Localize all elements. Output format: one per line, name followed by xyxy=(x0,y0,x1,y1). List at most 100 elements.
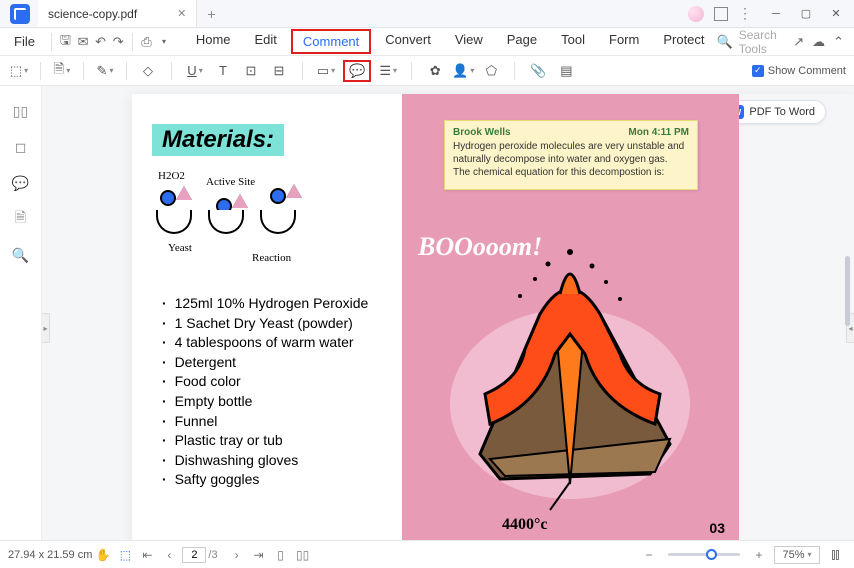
pencil-tool[interactable]: ✎ xyxy=(94,60,116,82)
tab-page[interactable]: Page xyxy=(497,29,547,54)
attachment-tool[interactable]: 📎 xyxy=(527,60,549,82)
sticky-note-popup[interactable]: Brook Wells Mon 4:11 PM Hydrogen peroxid… xyxy=(444,120,698,190)
zoom-slider[interactable] xyxy=(668,553,740,556)
redo-icon[interactable]: ↷ xyxy=(110,31,126,53)
single-page-icon[interactable]: ▯ xyxy=(270,544,292,566)
sticky-note-tool[interactable]: 💬 xyxy=(343,60,371,82)
reaction-diagram: H2O2 Active Site Yeast Reaction xyxy=(152,174,388,278)
select-tool[interactable]: ⬚ xyxy=(8,60,30,82)
volcano-illustration xyxy=(420,224,720,514)
share-icon[interactable]: ↗ xyxy=(793,34,804,50)
list-item: 1 Sachet Dry Yeast (powder) xyxy=(162,314,388,334)
cloud-icon[interactable]: ☁ xyxy=(812,34,825,50)
list-item: 4 tablespoons of warm water xyxy=(162,333,388,353)
menubar: File 🖫 ✉ ↶ ↷ ⎙ ▾ Home Edit Comment Conve… xyxy=(0,28,854,56)
print-icon[interactable]: ⎙ xyxy=(139,31,155,53)
signature-tool[interactable]: 👤 xyxy=(452,60,474,82)
show-comment-label: Show Comment xyxy=(768,65,846,77)
note-tool[interactable]: 🗎 xyxy=(51,60,73,82)
save-icon[interactable]: 🖫 xyxy=(58,31,74,53)
ai-assistant-icon[interactable] xyxy=(688,6,704,22)
attachments-panel-icon[interactable]: 🗎 xyxy=(12,210,30,228)
tab-comment[interactable]: Comment xyxy=(291,29,371,54)
zoom-out-icon[interactable]: − xyxy=(638,544,660,566)
document-tab[interactable]: science-copy.pdf ✕ xyxy=(38,0,197,27)
measure-tool[interactable]: ☰ xyxy=(377,60,399,82)
thumbnails-icon[interactable]: ▯▯ xyxy=(12,102,30,120)
document-canvas[interactable]: W PDF To Word Materials: H2O2 Active Sit… xyxy=(42,86,854,540)
pdf-to-word-label: PDF To Word xyxy=(749,106,815,118)
statusbar: 27.94 x 21.59 cm ✋ ⬚ ⇤ ‹ /3 › ⇥ ▯ ▯▯ − +… xyxy=(0,540,854,568)
sticky-author: Brook Wells xyxy=(453,127,511,138)
comment-list-tool[interactable]: ▤ xyxy=(555,60,577,82)
checkbox-checked-icon: ✓ xyxy=(752,65,764,77)
stamp-tool[interactable]: ✿ xyxy=(424,60,446,82)
last-page-icon[interactable]: ⇥ xyxy=(248,544,270,566)
first-page-icon[interactable]: ⇤ xyxy=(136,544,158,566)
fit-page-icon[interactable] xyxy=(824,544,846,566)
comment-toolbar: ⬚ 🗎 ✎ ◇ U T ⊡ ⊟ ▭ 💬 ☰ ✿ 👤 ⬠ 📎 ▤ ✓ Show C… xyxy=(0,56,854,86)
sticky-time: Mon 4:11 PM xyxy=(628,127,689,138)
search-panel-icon[interactable]: 🔍 xyxy=(12,246,30,264)
tab-convert[interactable]: Convert xyxy=(375,29,441,54)
materials-heading: Materials: xyxy=(152,124,284,156)
materials-list: 125ml 10% Hydrogen Peroxide 1 Sachet Dry… xyxy=(162,294,388,490)
minimize-button[interactable]: ─ xyxy=(762,2,790,26)
tab-home[interactable]: Home xyxy=(186,29,241,54)
page-number-input[interactable] xyxy=(182,547,206,563)
file-menu[interactable]: File xyxy=(4,34,45,49)
comments-panel-icon[interactable]: 💬 xyxy=(12,174,30,192)
app-logo-icon xyxy=(10,4,30,24)
shape-tool[interactable]: ▭ xyxy=(315,60,337,82)
tab-form[interactable]: Form xyxy=(599,29,649,54)
select-tool-icon[interactable]: ⬚ xyxy=(114,544,136,566)
list-item: Detergent xyxy=(162,353,388,373)
close-tab-icon[interactable]: ✕ xyxy=(177,7,186,20)
eraser-tool[interactable]: ◇ xyxy=(137,60,159,82)
temperature-label: 4400°c xyxy=(502,516,548,534)
vertical-scrollbar[interactable] xyxy=(845,256,850,326)
page-2-right: Brook Wells Mon 4:11 PM Hydrogen peroxid… xyxy=(402,94,739,540)
maximize-button[interactable]: ▢ xyxy=(792,2,820,26)
zoom-level-dropdown[interactable]: 75% xyxy=(774,546,820,564)
notification-icon[interactable] xyxy=(714,7,728,21)
tab-tool[interactable]: Tool xyxy=(551,29,595,54)
next-page-icon[interactable]: › xyxy=(226,544,248,566)
list-item: 125ml 10% Hydrogen Peroxide xyxy=(162,294,388,314)
close-window-button[interactable]: ✕ xyxy=(822,2,850,26)
stamp-create-tool[interactable]: ⬠ xyxy=(480,60,502,82)
page-total: /3 xyxy=(208,549,217,561)
tab-protect[interactable]: Protect xyxy=(653,29,714,54)
tab-title: science-copy.pdf xyxy=(48,7,137,21)
search-placeholder: Search Tools xyxy=(739,28,781,56)
collapse-ribbon-icon[interactable]: ⌃ xyxy=(833,34,844,50)
prev-page-icon[interactable]: ‹ xyxy=(158,544,180,566)
label-yeast: Yeast xyxy=(168,242,192,254)
bookmarks-icon[interactable]: ◻ xyxy=(12,138,30,156)
mail-icon[interactable]: ✉ xyxy=(75,31,91,53)
text-tool[interactable]: T xyxy=(212,60,234,82)
two-page-icon[interactable]: ▯▯ xyxy=(292,544,314,566)
callout-tool[interactable]: ⊟ xyxy=(268,60,290,82)
textbox-tool[interactable]: ⊡ xyxy=(240,60,262,82)
label-active-site: Active Site xyxy=(206,176,255,188)
print-dropdown-icon[interactable]: ▾ xyxy=(156,31,172,53)
underline-tool[interactable]: U xyxy=(184,60,206,82)
menu-tabs: Home Edit Comment Convert View Page Tool… xyxy=(186,29,715,54)
show-comment-toggle[interactable]: ✓ Show Comment xyxy=(752,65,846,77)
list-item: Safty goggles xyxy=(162,470,388,490)
undo-icon[interactable]: ↶ xyxy=(93,31,109,53)
label-h2o2: H2O2 xyxy=(158,170,185,182)
more-menu-icon[interactable]: ⋮ xyxy=(738,5,752,22)
titlebar: science-copy.pdf ✕ + ⋮ ─ ▢ ✕ xyxy=(0,0,854,28)
new-tab-button[interactable]: + xyxy=(207,6,215,22)
hand-tool-icon[interactable]: ✋ xyxy=(92,544,114,566)
zoom-thumb[interactable] xyxy=(706,549,717,560)
tab-edit[interactable]: Edit xyxy=(245,29,287,54)
search-tools[interactable]: 🔍 Search Tools xyxy=(717,28,782,56)
sticky-body: Hydrogen peroxide molecules are very uns… xyxy=(453,140,689,179)
zoom-in-icon[interactable]: + xyxy=(748,544,770,566)
tab-view[interactable]: View xyxy=(445,29,493,54)
label-reaction: Reaction xyxy=(252,252,291,264)
list-item: Empty bottle xyxy=(162,392,388,412)
